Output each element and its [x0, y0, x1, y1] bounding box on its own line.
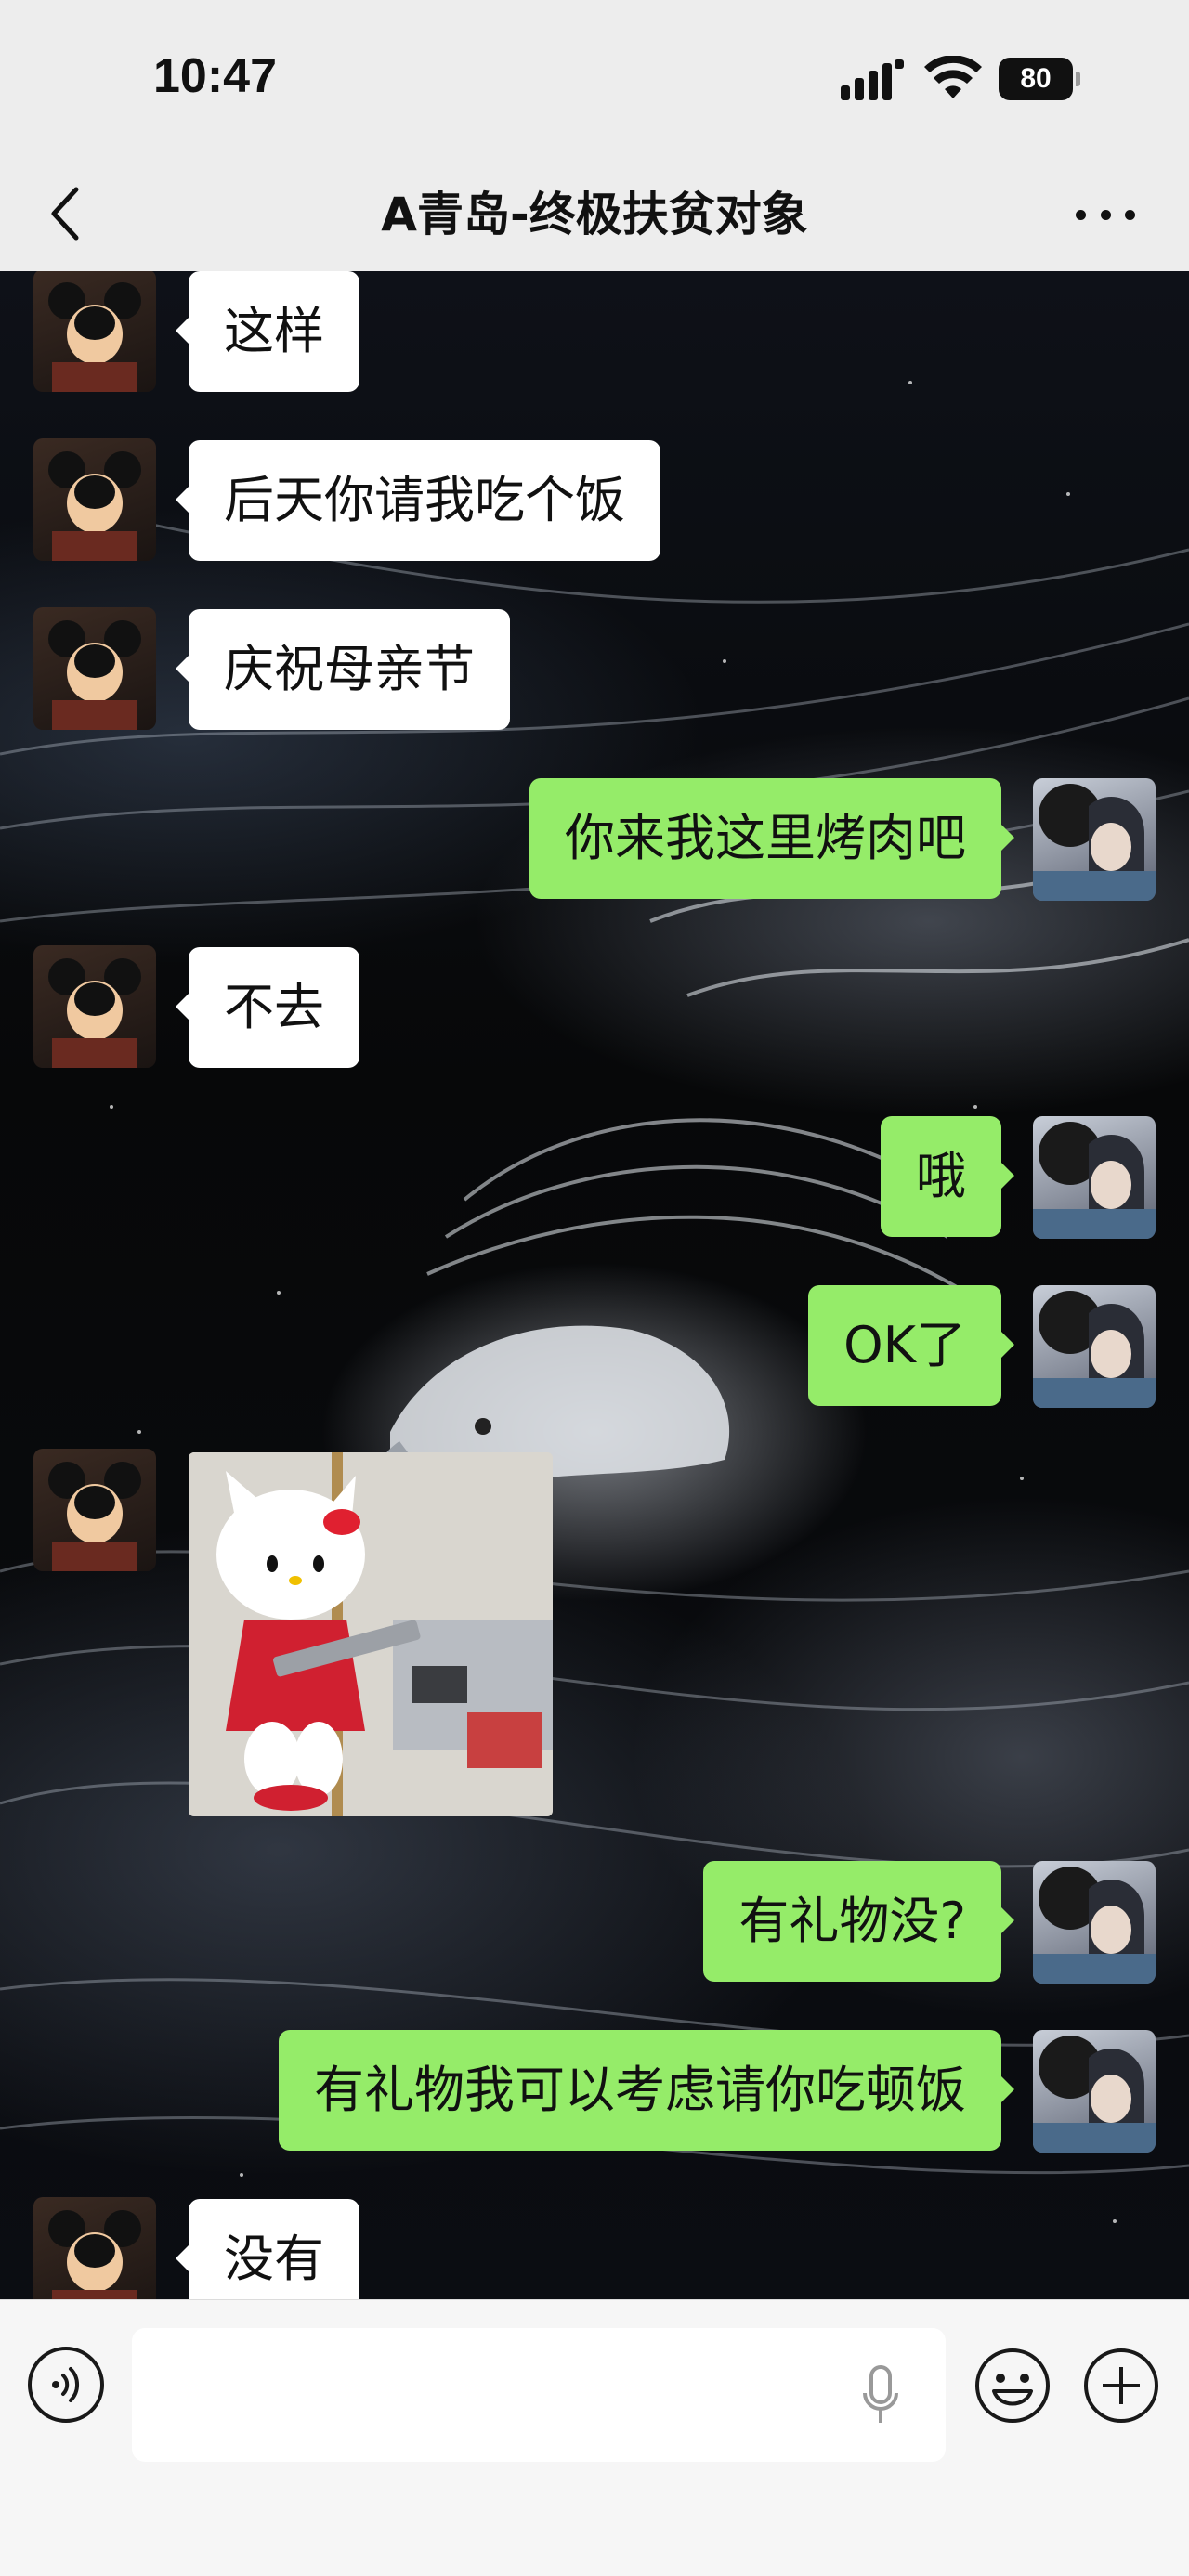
user-avatar-icon [1033, 1122, 1156, 1239]
user-avatar-icon [1033, 1291, 1156, 1408]
message-bubble[interactable]: 后天你请我吃个饭 [176, 440, 660, 561]
message-bubble[interactable]: 你来我这里烤肉吧 [529, 778, 1014, 899]
contact-avatar[interactable] [33, 2197, 156, 2299]
chevron-left-icon [51, 187, 79, 241]
contact-avatar[interactable] [33, 271, 156, 392]
more-dots-icon [1076, 209, 1086, 220]
chat-title: A青岛-终极扶贫对象 [381, 188, 808, 241]
self-avatar[interactable] [1033, 1116, 1156, 1239]
mickey-avatar-icon [48, 2210, 141, 2299]
message-bubble[interactable]: 庆祝母亲节 [176, 609, 510, 730]
message-input[interactable] [132, 2328, 946, 2462]
message-bubble[interactable]: 这样 [176, 271, 359, 392]
user-avatar-icon [1033, 784, 1156, 901]
contact-avatar[interactable] [33, 1449, 156, 1571]
contact-avatar[interactable] [33, 945, 156, 1068]
emoji-button[interactable] [973, 2347, 1052, 2425]
battery-icon: 80 [999, 58, 1080, 100]
hello-kitty-photo-icon [189, 1452, 553, 1816]
mic-icon[interactable] [862, 2365, 899, 2426]
contact-avatar[interactable] [33, 438, 156, 561]
message-bubble[interactable]: OK了 [808, 1285, 1014, 1406]
self-avatar[interactable] [1033, 2030, 1156, 2153]
message-bubble[interactable]: 有礼物没? [703, 1861, 1014, 1982]
battery-level: 80 [1020, 63, 1052, 94]
mickey-avatar-icon [48, 451, 141, 561]
message-bubble[interactable]: 不去 [176, 947, 359, 1068]
mickey-avatar-icon [48, 282, 141, 392]
wifi-icon [924, 56, 982, 98]
message-bubble[interactable]: 有礼物我可以考虑请你吃顿饭 [279, 2030, 1014, 2151]
self-avatar[interactable] [1033, 1285, 1156, 1408]
self-avatar[interactable] [1033, 1861, 1156, 1984]
contact-avatar[interactable] [33, 607, 156, 730]
message-bubble[interactable]: 哦 [881, 1116, 1014, 1237]
chat-message-list[interactable]: 这样 后天你请我吃个饭 庆祝母亲节 你来我这里烤肉吧 不去 哦 OK了 有礼物没… [0, 271, 1189, 2299]
image-message[interactable] [189, 1452, 553, 1816]
plus-icon [1084, 2348, 1158, 2423]
message-bubble[interactable]: 没有 [176, 2199, 359, 2299]
more-options-button[interactable] [1068, 191, 1143, 238]
user-avatar-icon [1033, 2036, 1156, 2153]
voice-toggle-button[interactable] [28, 2347, 104, 2423]
cellular-signal-icon [841, 59, 904, 100]
chat-input-bar [0, 2299, 1189, 2576]
user-avatar-icon [1033, 1867, 1156, 1984]
mickey-avatar-icon [48, 1462, 141, 1571]
more-functions-button[interactable] [1082, 2347, 1160, 2425]
status-time: 10:47 [153, 49, 277, 103]
status-bar: 10:47 80 [0, 0, 1189, 158]
mickey-avatar-icon [48, 620, 141, 730]
self-avatar[interactable] [1033, 778, 1156, 901]
emoji-icon [975, 2348, 1050, 2423]
chat-header: A青岛-终极扶贫对象 [0, 158, 1189, 271]
mickey-avatar-icon [48, 958, 141, 1068]
eagle-wallpaper-image [0, 344, 1189, 2223]
back-button[interactable] [37, 176, 93, 251]
voice-icon [52, 2367, 80, 2402]
